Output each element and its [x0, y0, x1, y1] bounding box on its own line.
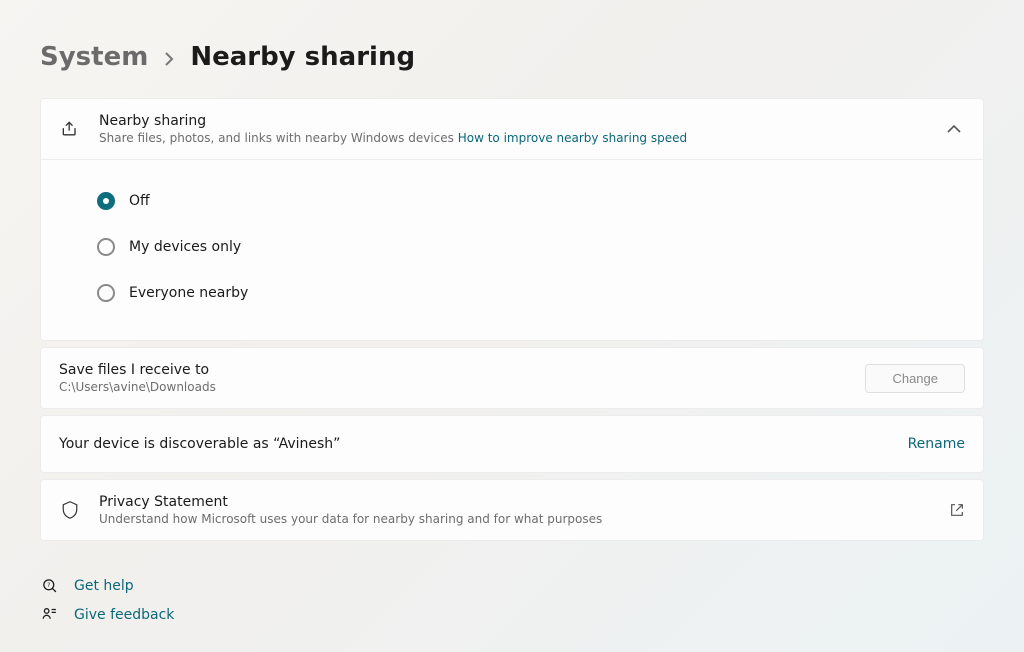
privacy-title: Privacy Statement [99, 494, 931, 510]
radio-icon [97, 238, 115, 256]
rename-link[interactable]: Rename [908, 436, 965, 452]
chevron-right-icon [164, 52, 174, 66]
chevron-up-icon [947, 124, 961, 134]
radio-icon [97, 284, 115, 302]
privacy-statement-card[interactable]: Privacy Statement Understand how Microso… [40, 479, 984, 541]
radio-option-everyone[interactable]: Everyone nearby [97, 270, 961, 316]
improve-speed-link[interactable]: How to improve nearby sharing speed [458, 131, 687, 145]
get-help-link[interactable]: ? Get help [40, 571, 984, 600]
svg-text:?: ? [47, 581, 50, 589]
breadcrumb-parent[interactable]: System [40, 42, 148, 72]
nearby-sharing-card: Nearby sharing Share files, photos, and … [40, 98, 984, 341]
radio-label: Everyone nearby [129, 285, 248, 301]
footer-links: ? Get help Give feedback [40, 571, 984, 629]
give-feedback-text: Give feedback [74, 607, 174, 623]
breadcrumb-current: Nearby sharing [190, 42, 415, 72]
radio-icon [97, 192, 115, 210]
save-location-card: Save files I receive to C:\Users\avine\D… [40, 347, 984, 409]
radio-option-off[interactable]: Off [97, 178, 961, 224]
save-location-path: C:\Users\avine\Downloads [59, 380, 865, 394]
discoverable-text: Your device is discoverable as “Avinesh” [59, 436, 908, 452]
radio-label: Off [129, 193, 150, 209]
nearby-sharing-header[interactable]: Nearby sharing Share files, photos, and … [41, 99, 983, 160]
shield-icon [59, 500, 81, 520]
help-icon: ? [40, 577, 58, 594]
get-help-text: Get help [74, 578, 134, 594]
nearby-sharing-subtitle-text: Share files, photos, and links with near… [99, 131, 458, 145]
nearby-sharing-subtitle: Share files, photos, and links with near… [99, 131, 929, 145]
external-link-icon [949, 502, 965, 518]
nearby-sharing-title: Nearby sharing [99, 113, 929, 129]
sharing-mode-radio-group: Off My devices only Everyone nearby [41, 160, 983, 340]
breadcrumb: System Nearby sharing [40, 42, 984, 72]
save-location-title: Save files I receive to [59, 362, 865, 378]
discoverable-card: Your device is discoverable as “Avinesh”… [40, 415, 984, 473]
privacy-subtitle: Understand how Microsoft uses your data … [99, 512, 931, 526]
radio-label: My devices only [129, 239, 241, 255]
change-button[interactable]: Change [865, 364, 965, 393]
radio-option-my-devices[interactable]: My devices only [97, 224, 961, 270]
feedback-icon [40, 606, 58, 623]
share-icon [59, 119, 81, 139]
give-feedback-link[interactable]: Give feedback [40, 600, 984, 629]
